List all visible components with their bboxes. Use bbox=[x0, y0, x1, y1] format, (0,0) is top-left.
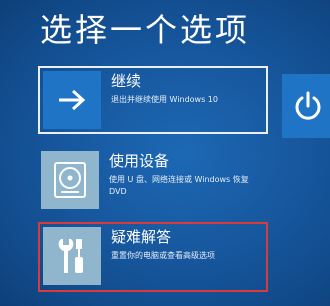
power-icon bbox=[295, 91, 321, 120]
power-button[interactable] bbox=[282, 74, 330, 138]
troubleshoot-label: 疑难解答 bbox=[111, 228, 172, 246]
disc-drive-icon bbox=[54, 162, 86, 198]
use-device-description: 使用 U 盘、网络连接或 Windows 恢复 DVD bbox=[109, 175, 249, 196]
use-device-tile bbox=[41, 151, 99, 209]
troubleshoot-description: 重置你的电脑或查看高级选项 bbox=[111, 251, 215, 260]
continue-description: 退出并继续使用 Windows 10 bbox=[111, 95, 218, 104]
use-device-label: 使用设备 bbox=[109, 152, 170, 170]
troubleshoot-tile bbox=[43, 227, 101, 285]
troubleshoot-option[interactable]: 疑难解答 重置你的电脑或查看高级选项 bbox=[38, 222, 268, 292]
continue-tile bbox=[43, 71, 101, 129]
wrench-screwdriver-icon bbox=[58, 239, 83, 273]
continue-label: 继续 bbox=[111, 72, 142, 90]
page-title: 选择一个选项 bbox=[40, 11, 251, 49]
continue-option[interactable]: 继续 退出并继续使用 Windows 10 bbox=[38, 66, 268, 134]
use-device-option[interactable]: 使用设备 使用 U 盘、网络连接或 Windows 恢复 DVD bbox=[38, 148, 268, 214]
arrow-right-icon bbox=[59, 89, 86, 111]
